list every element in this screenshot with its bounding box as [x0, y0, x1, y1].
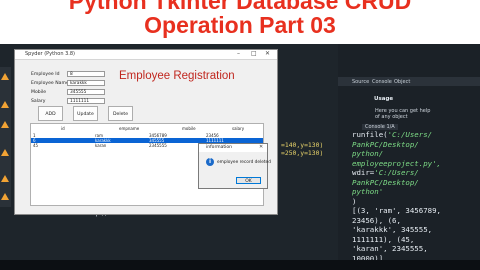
console-line: PankPC/Desktop/	[352, 140, 478, 150]
warning-icon	[1, 73, 9, 80]
warning-icon	[1, 101, 9, 108]
usage-title: Usage	[374, 96, 394, 102]
console-line: PankPC/Desktop/	[352, 178, 478, 188]
delete-button[interactable]: Delete	[108, 106, 133, 121]
console-string: python'	[352, 187, 384, 196]
column-header: empname	[119, 126, 140, 131]
console-string: employeeproject.py',	[352, 158, 441, 168]
employee-id-field[interactable]: 8	[67, 71, 105, 77]
label-employee-id: Employee Id	[31, 72, 60, 77]
employee-name-field[interactable]: karakkk	[67, 80, 105, 86]
tab-source[interactable]: Source	[352, 79, 369, 85]
salary-field[interactable]: 1111111	[67, 98, 105, 104]
console-line: 1111111), (45,	[352, 235, 478, 245]
warning-icon	[1, 149, 9, 156]
dialog-message: employee record deleted	[217, 160, 271, 165]
code-line: =250,y=130)	[281, 149, 324, 157]
console-line: wdir='C:/Users/	[352, 168, 478, 178]
label-mobile: Mobile	[31, 90, 47, 95]
console-text: 1111111), (45,	[352, 234, 415, 244]
code-fragment: =140,y=130) =250,y=130)	[281, 141, 341, 157]
ipython-console[interactable]: runfile('C:/Users/PankPC/Desktop/python/…	[352, 130, 478, 263]
info-dialog: information ✕ i employee record deleted …	[198, 143, 271, 189]
cell-empname: karan	[95, 143, 107, 148]
console-string: 'C:/Users/	[387, 130, 433, 139]
form-heading: Employee Registration	[119, 70, 235, 82]
close-icon[interactable]: ✕	[265, 50, 270, 57]
console-line: 'karan', 2345555,	[352, 244, 478, 254]
console-text: 'karan', 2345555,	[352, 244, 428, 253]
console-text: 'karakkk', 345555,	[352, 225, 433, 234]
code-line: =140,y=130)	[281, 141, 324, 149]
console-line: runfile('C:/Users/	[352, 130, 478, 140]
listbox-header: id empname mobile salary	[31, 126, 263, 131]
maximize-icon[interactable]: □	[251, 50, 257, 57]
taskbar	[0, 260, 480, 270]
console-line: python/	[352, 149, 478, 159]
mobile-field[interactable]: 345555	[67, 89, 105, 95]
console-string: PankPC/Desktop/	[352, 139, 419, 149]
tab-console[interactable]: Console	[372, 79, 392, 85]
console-text: 23456), (6,	[352, 215, 401, 225]
console-line: python'	[352, 187, 478, 197]
console-line: employeeproject.py',	[352, 159, 478, 169]
cell-id: 45	[33, 143, 39, 148]
cell-mobile: 2345555	[149, 143, 167, 148]
console-line: 'karakkk', 345555,	[352, 225, 478, 235]
label-employee-name: Employee Name	[31, 81, 69, 86]
tab-object[interactable]: Object	[394, 79, 410, 85]
column-header: mobile	[182, 126, 196, 131]
add-button[interactable]: ADD	[38, 106, 63, 121]
console-line: 23456), (6,	[352, 216, 478, 226]
banner-title-line2: Operation Part 03	[144, 12, 336, 38]
info-icon: i	[206, 158, 214, 166]
app-window: Spyder (Python 3.8) – □ ✕ Employee Id 8 …	[14, 49, 278, 215]
update-button[interactable]: Update	[73, 106, 98, 121]
column-header: id	[61, 126, 65, 131]
console-text: wdir=	[352, 168, 375, 177]
console-line: [(3, 'ram', 3456789,	[352, 206, 478, 216]
column-header: salary	[232, 126, 245, 131]
console-text: )	[352, 196, 357, 206]
console-line: )	[352, 197, 478, 207]
usage-text: Here you can get help of any object	[375, 108, 431, 120]
console-string: python/	[352, 149, 384, 158]
warning-icon	[1, 121, 9, 128]
ok-button[interactable]: OK	[236, 177, 261, 184]
console-text: runfile(	[352, 130, 388, 139]
label-salary: Salary	[31, 99, 46, 104]
dialog-title: information	[206, 145, 232, 150]
panel-tabs: Source Console Object	[338, 77, 480, 86]
window-title: Spyder (Python 3.8)	[25, 51, 75, 57]
console-string: 'C:/Users/	[374, 168, 419, 177]
close-icon[interactable]: ✕	[259, 144, 263, 150]
warning-icon	[1, 175, 9, 182]
warning-icon	[1, 193, 9, 200]
minimize-icon[interactable]: –	[237, 50, 240, 57]
editor-gutter	[0, 67, 11, 207]
console-string: PankPC/Desktop/	[352, 177, 419, 187]
console-text: [(3, 'ram', 3456789,	[352, 206, 441, 215]
